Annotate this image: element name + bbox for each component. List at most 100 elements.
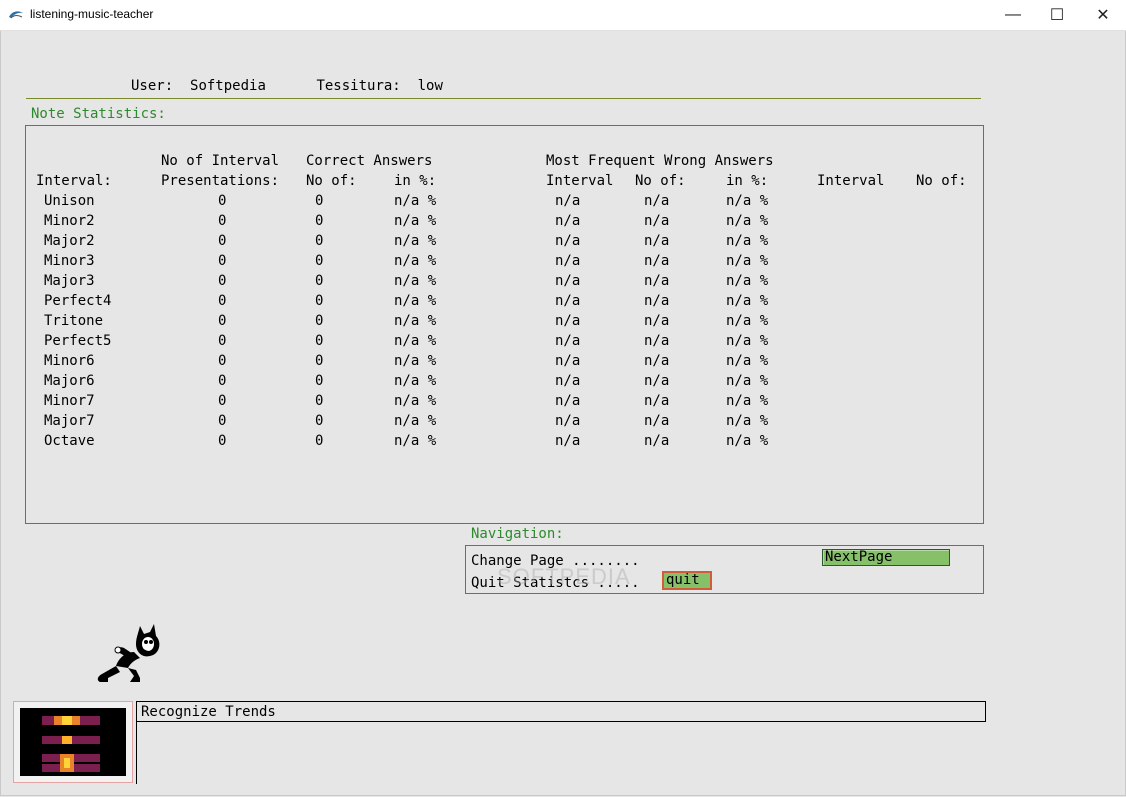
row-wrong-interval: n/a — [555, 333, 581, 349]
row-wrong-count: n/a — [644, 353, 670, 369]
row-wrong-count: n/a — [644, 333, 670, 349]
row-correct-pct: n/a % — [394, 393, 437, 409]
row-interval: Minor3 — [44, 253, 95, 269]
row-wrong-pct: n/a % — [726, 293, 769, 309]
minimize-icon: — — [1005, 6, 1021, 23]
row-interval: Unison — [44, 193, 95, 209]
row-correct-pct: n/a % — [394, 233, 437, 249]
note-statistics-title: Note Statistics: — [31, 106, 166, 122]
next-page-button[interactable]: NextPage — [822, 549, 950, 566]
row-correct-pct: n/a % — [394, 293, 437, 309]
row-wrong-count: n/a — [644, 393, 670, 409]
row-correct-pct: n/a % — [394, 333, 437, 349]
row-correct-pct: n/a % — [394, 193, 437, 209]
row-correct-pct: n/a % — [394, 273, 437, 289]
row-presentations: 0 — [218, 233, 227, 249]
row-interval: Minor6 — [44, 353, 95, 369]
row-wrong-pct: n/a % — [726, 433, 769, 449]
row-wrong-interval: n/a — [555, 433, 581, 449]
row-interval: Major3 — [44, 273, 95, 289]
row-wrong-count: n/a — [644, 273, 670, 289]
row-interval: Minor2 — [44, 213, 95, 229]
row-correct-count: 0 — [315, 393, 324, 409]
header-extra-interval: Interval — [817, 173, 885, 189]
row-interval: Tritone — [44, 313, 104, 329]
row-wrong-interval: n/a — [555, 273, 581, 289]
trend-thumbnail-icon — [20, 708, 126, 776]
row-interval: Octave — [44, 433, 95, 449]
row-presentations: 0 — [218, 273, 227, 289]
row-presentations: 0 — [218, 413, 227, 429]
row-presentations: 0 — [218, 373, 227, 389]
row-correct-pct: n/a % — [394, 433, 437, 449]
row-wrong-count: n/a — [644, 293, 670, 309]
row-correct-count: 0 — [315, 373, 324, 389]
maximize-button[interactable]: ☐ — [1034, 0, 1080, 30]
header-correct-in-pct: in %: — [394, 173, 437, 189]
row-correct-pct: n/a % — [394, 253, 437, 269]
row-wrong-interval: n/a — [555, 413, 581, 429]
row-wrong-interval: n/a — [555, 233, 581, 249]
header-wrong-no-of: No of: — [635, 173, 686, 189]
row-wrong-interval: n/a — [555, 213, 581, 229]
row-correct-count: 0 — [315, 213, 324, 229]
minimize-button[interactable]: — — [990, 0, 1036, 30]
row-presentations: 0 — [218, 333, 227, 349]
row-wrong-pct: n/a % — [726, 313, 769, 329]
header-interval: Interval: — [36, 173, 112, 189]
row-wrong-count: n/a — [644, 413, 670, 429]
header-divider — [26, 98, 981, 99]
row-wrong-interval: n/a — [555, 393, 581, 409]
row-interval: Perfect5 — [44, 333, 112, 349]
row-correct-count: 0 — [315, 413, 324, 429]
row-presentations: 0 — [218, 353, 227, 369]
row-interval: Major7 — [44, 413, 95, 429]
header-presentations: Presentations: — [161, 173, 280, 189]
header-most-frequent-wrong: Most Frequent Wrong Answers — [546, 153, 774, 169]
row-interval: Major2 — [44, 233, 95, 249]
row-correct-count: 0 — [315, 333, 324, 349]
user-label: User: — [131, 78, 174, 94]
row-correct-count: 0 — [315, 193, 324, 209]
header-no-of-interval: No of Interval — [161, 153, 280, 169]
row-wrong-pct: n/a % — [726, 213, 769, 229]
row-wrong-count: n/a — [644, 253, 670, 269]
row-correct-count: 0 — [315, 433, 324, 449]
trends-area-border — [136, 720, 137, 784]
row-wrong-pct: n/a % — [726, 393, 769, 409]
close-button[interactable]: ✕ — [1080, 0, 1126, 30]
cat-mascot-icon — [97, 624, 160, 682]
row-wrong-interval: n/a — [555, 353, 581, 369]
row-wrong-interval: n/a — [555, 253, 581, 269]
row-presentations: 0 — [218, 193, 227, 209]
navigation-title: Navigation: — [471, 526, 564, 542]
row-wrong-interval: n/a — [555, 313, 581, 329]
user-info: User: Softpedia Tessitura: low — [131, 76, 443, 96]
header-wrong-in-pct: in %: — [726, 173, 769, 189]
recognize-trends-label: Recognize Trends — [141, 704, 276, 720]
maximize-icon: ☐ — [1049, 7, 1065, 24]
row-presentations: 0 — [218, 293, 227, 309]
header-correct-answers: Correct Answers — [306, 153, 433, 169]
row-correct-pct: n/a % — [394, 373, 437, 389]
row-wrong-interval: n/a — [555, 193, 581, 209]
row-wrong-count: n/a — [644, 233, 670, 249]
row-wrong-pct: n/a % — [726, 413, 769, 429]
tessitura-value: low — [417, 78, 443, 94]
tessitura-label: Tessitura: — [316, 78, 401, 94]
header-extra-no-of: No of: — [916, 173, 967, 189]
row-correct-count: 0 — [315, 273, 324, 289]
row-interval: Major6 — [44, 373, 95, 389]
row-wrong-count: n/a — [644, 373, 670, 389]
app-icon — [9, 11, 23, 19]
header-correct-no-of: No of: — [306, 173, 357, 189]
watermark: SOFTPEDIA — [497, 564, 631, 589]
quit-button[interactable]: quit — [662, 571, 712, 590]
row-correct-pct: n/a % — [394, 313, 437, 329]
row-correct-count: 0 — [315, 353, 324, 369]
row-wrong-count: n/a — [644, 313, 670, 329]
row-wrong-pct: n/a % — [726, 373, 769, 389]
row-interval: Minor7 — [44, 393, 95, 409]
row-wrong-count: n/a — [644, 193, 670, 209]
row-wrong-pct: n/a % — [726, 253, 769, 269]
